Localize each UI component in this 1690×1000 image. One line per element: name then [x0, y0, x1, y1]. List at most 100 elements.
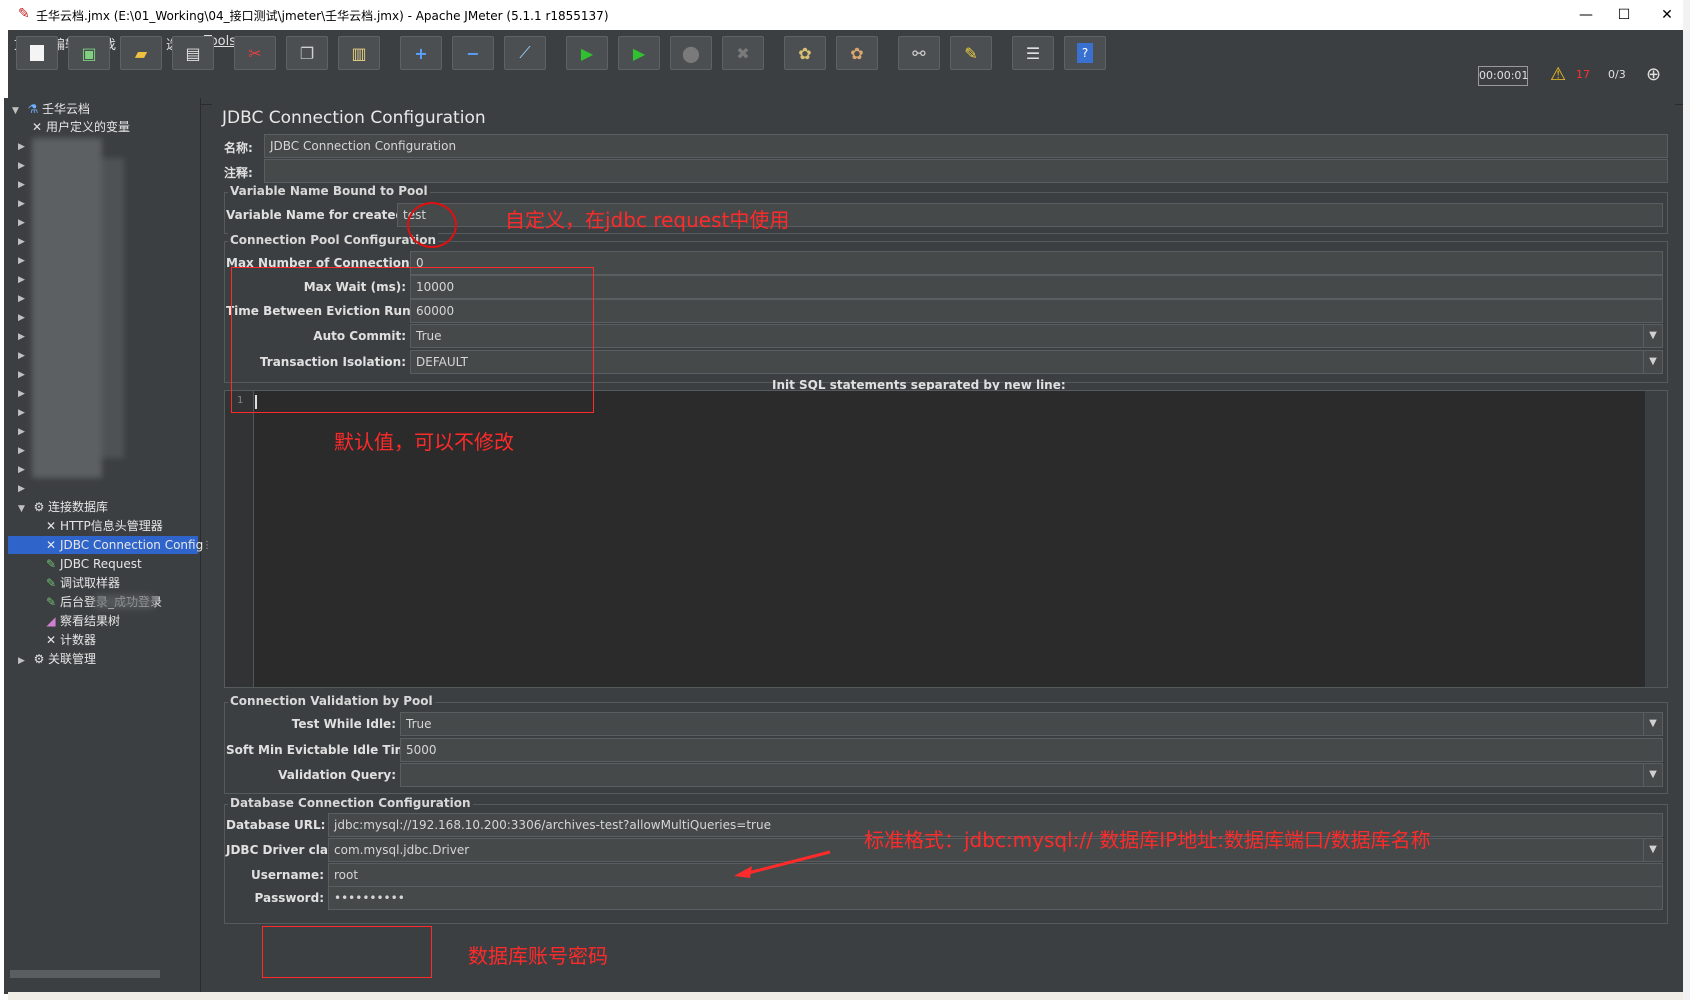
max-connections-field[interactable]: 0 [410, 251, 1663, 275]
remote-icon[interactable]: ⊕ [1646, 64, 1661, 85]
tree-item-label: 用户定义的变量 [46, 120, 131, 134]
tree-item-blurred[interactable]: ▶ [18, 288, 30, 306]
tree-item-debug-sampler[interactable]: ✎ 调试取样器 [42, 574, 120, 592]
expand-arrow-icon[interactable]: ▶ [18, 652, 30, 670]
comment-field[interactable] [264, 159, 1668, 183]
dropdown-arrow-icon[interactable]: ▼ [1643, 713, 1662, 735]
tree-scrollbar[interactable] [10, 970, 160, 978]
tree-item-label: 连接数据库 [48, 500, 109, 514]
tree-item-db-group[interactable]: ▼ ⚙ 连接数据库 [18, 498, 108, 516]
comment-label: 注释: [224, 166, 253, 180]
tree-item-blurred[interactable]: ▶ [18, 155, 30, 173]
tree-item-blurred[interactable]: ▶ [18, 326, 30, 344]
tree-item-jdbc-config[interactable]: ✕ JDBC Connection Config [8, 536, 203, 554]
collapse-arrow-icon[interactable]: ▼ [18, 500, 30, 518]
paste-icon[interactable]: ▥ [338, 36, 380, 70]
clear-icon[interactable]: ✿ [784, 36, 826, 70]
start-icon[interactable]: ▶ [566, 36, 608, 70]
test-idle-value: True [406, 717, 432, 731]
search-icon[interactable]: ⚯ [898, 36, 940, 70]
expand-icon[interactable]: + [400, 36, 442, 70]
dropdown-arrow-icon[interactable]: ▼ [1643, 351, 1662, 373]
save-icon[interactable]: ▤ [172, 36, 214, 70]
eviction-field[interactable]: 60000 [410, 299, 1663, 323]
name-field[interactable]: JDBC Connection Configuration [264, 134, 1668, 158]
dropdown-arrow-icon[interactable]: ▼ [1643, 764, 1662, 786]
tree-item-blurred[interactable]: ▶ [18, 269, 30, 287]
help-icon[interactable]: ? [1064, 36, 1106, 70]
cut-icon[interactable]: ✂ [234, 36, 276, 70]
tree-item-blurred[interactable]: ▶ [18, 478, 30, 496]
driver-value: com.mysql.jdbc.Driver [334, 843, 470, 857]
tree-item-blurred[interactable]: ▶ [18, 193, 30, 211]
stop-icon[interactable]: ⬤ [670, 36, 712, 70]
tree-root-label: 壬华云档 [42, 102, 91, 116]
tree-item-blurred[interactable]: ▶ [18, 421, 30, 439]
sampler-icon: ✎ [45, 557, 57, 571]
listener-icon: ◢ [46, 614, 56, 628]
test-idle-select[interactable]: True ▼ [400, 712, 1663, 736]
validation-query-select[interactable]: ▼ [400, 763, 1663, 787]
open-icon[interactable]: ▰ [120, 36, 162, 70]
validation-group-title: Connection Validation by Pool [228, 694, 435, 708]
tree-item-blurred[interactable]: ▶ [18, 174, 30, 192]
soft-min-field[interactable]: 5000 [400, 738, 1663, 762]
reset-search-icon[interactable]: ✎ [950, 36, 992, 70]
annotation-box-pool [231, 267, 594, 413]
annotation-circle [407, 202, 457, 248]
username-field[interactable]: root [328, 863, 1663, 887]
db-url-label: Database URL: [226, 818, 326, 832]
gear-icon: ⚙ [33, 652, 45, 666]
tree-item-correlation[interactable]: ▶ ⚙ 关联管理 [18, 650, 96, 668]
tree-item-user-vars[interactable]: ✕ 用户定义的变量 [28, 118, 130, 136]
clear-all-icon[interactable]: ✿ [836, 36, 878, 70]
tree-item-blurred[interactable]: ▶ [18, 383, 30, 401]
soft-min-label: Soft Min Evictable Idle Time(ms): [226, 743, 451, 757]
tree-item-label: HTTP信息头管理器 [60, 519, 163, 533]
new-icon[interactable] [16, 36, 58, 70]
tree-item-header-manager[interactable]: ✕ HTTP信息头管理器 [42, 517, 163, 535]
test-idle-label: Test While Idle: [291, 717, 396, 731]
tree-item-blurred[interactable]: ▶ [18, 250, 30, 268]
warning-icon[interactable]: ⚠ [1550, 64, 1566, 85]
tree-item-label: JDBC Request [60, 557, 142, 571]
tree-item-label: 关联管理 [48, 652, 97, 666]
tree-item-blurred[interactable]: ▶ [18, 440, 30, 458]
tree-item-blurred[interactable]: ▶ [18, 402, 30, 420]
tree-item-counter[interactable]: ✕ 计数器 [42, 631, 96, 649]
toggle-icon[interactable]: ⟋ [504, 36, 546, 70]
isolation-select[interactable]: DEFAULT ▼ [410, 350, 1663, 374]
driver-label: JDBC Driver class: [226, 843, 348, 857]
pool-group-title: Connection Pool Configuration [228, 233, 439, 247]
annotation-box-account [262, 926, 432, 978]
collapse-arrow-icon[interactable]: ▼ [12, 102, 24, 120]
copy-icon[interactable]: ❐ [286, 36, 328, 70]
maximize-button[interactable]: ☐ [1601, 0, 1647, 30]
tree-root[interactable]: ▼ ⚗ 壬华云档 [12, 100, 90, 118]
auto-commit-select[interactable]: True ▼ [410, 324, 1663, 348]
collapse-icon[interactable]: − [452, 36, 494, 70]
dropdown-arrow-icon[interactable]: ▼ [1643, 325, 1662, 347]
jmeter-feather-icon: ✎ [18, 6, 30, 22]
dropdown-arrow-icon[interactable]: ▼ [1643, 839, 1662, 861]
tree-item-blurred[interactable]: ▶ [18, 136, 30, 154]
tree-item-blurred[interactable]: ▶ [18, 307, 30, 325]
split-handle[interactable]: ⋮ [202, 540, 212, 551]
templates-icon[interactable]: ▣ [68, 36, 110, 70]
start-no-pause-icon[interactable]: ▶ [618, 36, 660, 70]
password-field[interactable]: •••••••••• [328, 886, 1663, 910]
tree-item-jdbc-request[interactable]: ✎ JDBC Request [42, 555, 142, 573]
tree-item-results-tree[interactable]: ◢ 察看结果树 [42, 612, 120, 630]
tree-item-blurred[interactable]: ▶ [18, 364, 30, 382]
close-button[interactable]: ✕ [1644, 0, 1690, 30]
var-group-title: Variable Name Bound to Pool [228, 184, 430, 198]
tree-item-blurred[interactable]: ▶ [18, 345, 30, 363]
shutdown-icon[interactable]: ✖ [722, 36, 764, 70]
tree-item-blurred[interactable]: ▶ [18, 231, 30, 249]
validation-query-label: Validation Query: [278, 768, 396, 782]
tree-item-blurred[interactable]: ▶ [18, 212, 30, 230]
function-helper-icon[interactable]: ☰ [1012, 36, 1054, 70]
max-wait-field[interactable]: 10000 [410, 275, 1663, 299]
editor-scrollbar[interactable] [1645, 391, 1667, 687]
tree-item-blurred[interactable]: ▶ [18, 459, 30, 477]
